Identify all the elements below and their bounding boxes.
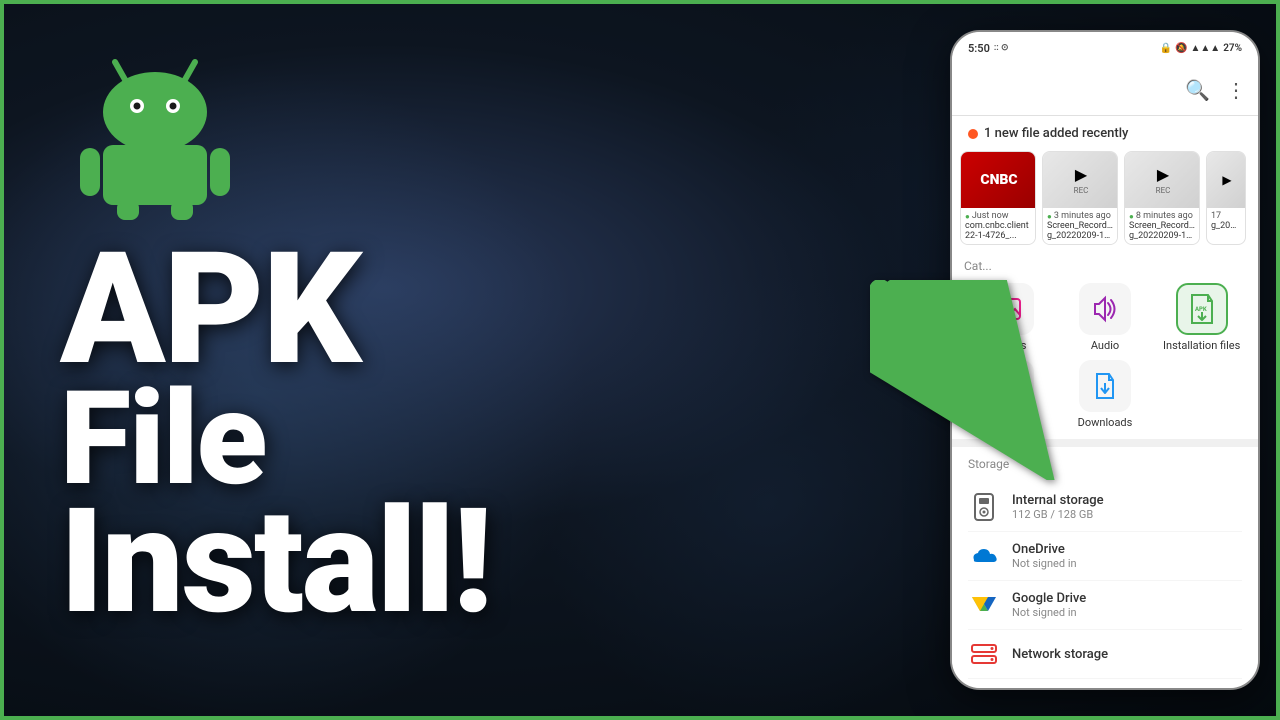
storage-title: Storage [968, 457, 1242, 471]
lock-icon: 🔒 [1160, 43, 1172, 54]
file-thumb-rec1[interactable]: ▶ REC ● 3 minutes ago Screen_Recordin g_… [1042, 151, 1118, 245]
file-name-2: Screen_Recordin [1047, 221, 1113, 231]
internal-storage-icon [968, 491, 1000, 523]
downloads-icon-wrap [1079, 360, 1131, 412]
downloads-label: Downloads [1078, 416, 1133, 429]
documents-label: Documents [980, 416, 1036, 429]
file-thumb-rec3[interactable]: ▶ 17 g_202... [1206, 151, 1246, 245]
installation-icon-wrap: APK [1176, 283, 1228, 335]
categories-label: Cat... [964, 259, 1246, 273]
audio-icon-wrap [1079, 283, 1131, 335]
images-icon [994, 295, 1022, 323]
installation-label: Installation files [1163, 339, 1240, 352]
file-thumb-rec2[interactable]: ▶ REC ● 8 minutes ago Screen_Recordin g_… [1124, 151, 1200, 245]
categories-section: Cat... Images [952, 253, 1258, 439]
main-title: APK File Install! [60, 240, 491, 627]
documents-icon [994, 372, 1022, 400]
category-audio[interactable]: Audio [1061, 283, 1150, 352]
notification-banner: 1 new file added recently [952, 116, 1258, 147]
status-icons: :: ⊙ [994, 43, 1009, 53]
file-time-2: ● 3 minutes ago [1047, 211, 1113, 221]
android-robot [60, 40, 260, 220]
nav-bar: < ||| [952, 689, 1258, 690]
search-icon[interactable]: 🔍 [1185, 78, 1210, 102]
internal-storage-sub: 112 GB / 128 GB [1012, 508, 1242, 521]
network-storage-name: Network storage [1012, 647, 1242, 662]
storage-section: Storage Internal storage 112 GB / 128 GB [952, 439, 1258, 689]
images-icon-wrap [982, 283, 1034, 335]
notification-dot [968, 129, 978, 139]
gdrive-name: Google Drive [1012, 591, 1242, 606]
phone-mockup: 5:50 :: ⊙ 🔒 🔕 ▲▲▲ 27% 🔍 ⋮ 1 new file add… [950, 30, 1260, 690]
file-time-1: ● Just now [965, 211, 1031, 221]
file-name-1b: 22-1-4726_... [965, 231, 1031, 241]
battery-display: 27% [1223, 43, 1242, 54]
categories-grid: Images Audio [964, 283, 1246, 429]
file-name-4: g_202... [1211, 221, 1241, 231]
audio-icon [1091, 295, 1119, 323]
documents-icon-wrap [982, 360, 1034, 412]
network-storage-info: Network storage [1012, 647, 1242, 662]
storage-network[interactable]: Network storage [968, 630, 1242, 679]
category-documents[interactable]: Documents [964, 360, 1053, 429]
app-bar: 🔍 ⋮ [952, 64, 1258, 116]
file-thumb-cnbc[interactable]: CNBC ● Just now com.cnbc.client 22-1-472… [960, 151, 1036, 245]
internal-storage-info: Internal storage 112 GB / 128 GB [1012, 493, 1242, 521]
onedrive-sub: Not signed in [1012, 557, 1242, 570]
category-installation[interactable]: APK Installation files [1157, 283, 1246, 429]
downloads-icon [1091, 372, 1119, 400]
onedrive-info: OneDrive Not signed in [1012, 542, 1242, 570]
onedrive-icon [968, 540, 1000, 572]
mute-icon: 🔕 [1175, 43, 1187, 54]
gdrive-sub: Not signed in [1012, 606, 1242, 619]
network-storage-icon [968, 638, 1000, 670]
file-time-3: ● 8 minutes ago [1129, 211, 1195, 221]
svg-text:APK: APK [1195, 306, 1207, 313]
storage-onedrive[interactable]: OneDrive Not signed in [968, 532, 1242, 581]
menu-icon[interactable]: ⋮ [1226, 78, 1246, 102]
notification-text: 1 new file added recently [984, 126, 1128, 141]
file-time-4: 17 [1211, 211, 1241, 221]
storage-internal[interactable]: Internal storage 112 GB / 128 GB [968, 483, 1242, 532]
file-name-2b: g_20220209-17... [1047, 231, 1113, 241]
internal-storage-name: Internal storage [1012, 493, 1242, 508]
gdrive-info: Google Drive Not signed in [1012, 591, 1242, 619]
category-images[interactable]: Images [964, 283, 1053, 352]
signal-icon: ▲▲▲ [1190, 43, 1220, 54]
onedrive-name: OneDrive [1012, 542, 1242, 557]
recent-files: CNBC ● Just now com.cnbc.client 22-1-472… [952, 147, 1258, 253]
file-name-1: com.cnbc.client [965, 221, 1031, 231]
status-bar: 5:50 :: ⊙ 🔒 🔕 ▲▲▲ 27% [952, 32, 1258, 64]
time-display: 5:50 [968, 42, 990, 55]
category-downloads[interactable]: Downloads [1061, 360, 1150, 429]
file-name-3: Screen_Recordin [1129, 221, 1195, 231]
file-name-3b: g_20220209-17... [1129, 231, 1195, 241]
audio-label: Audio [1091, 339, 1119, 352]
installation-icon: APK [1186, 293, 1218, 325]
images-label: Images [990, 339, 1026, 352]
storage-gdrive[interactable]: Google Drive Not signed in [968, 581, 1242, 630]
gdrive-icon [968, 589, 1000, 621]
left-content: APK File Install! [0, 0, 920, 720]
